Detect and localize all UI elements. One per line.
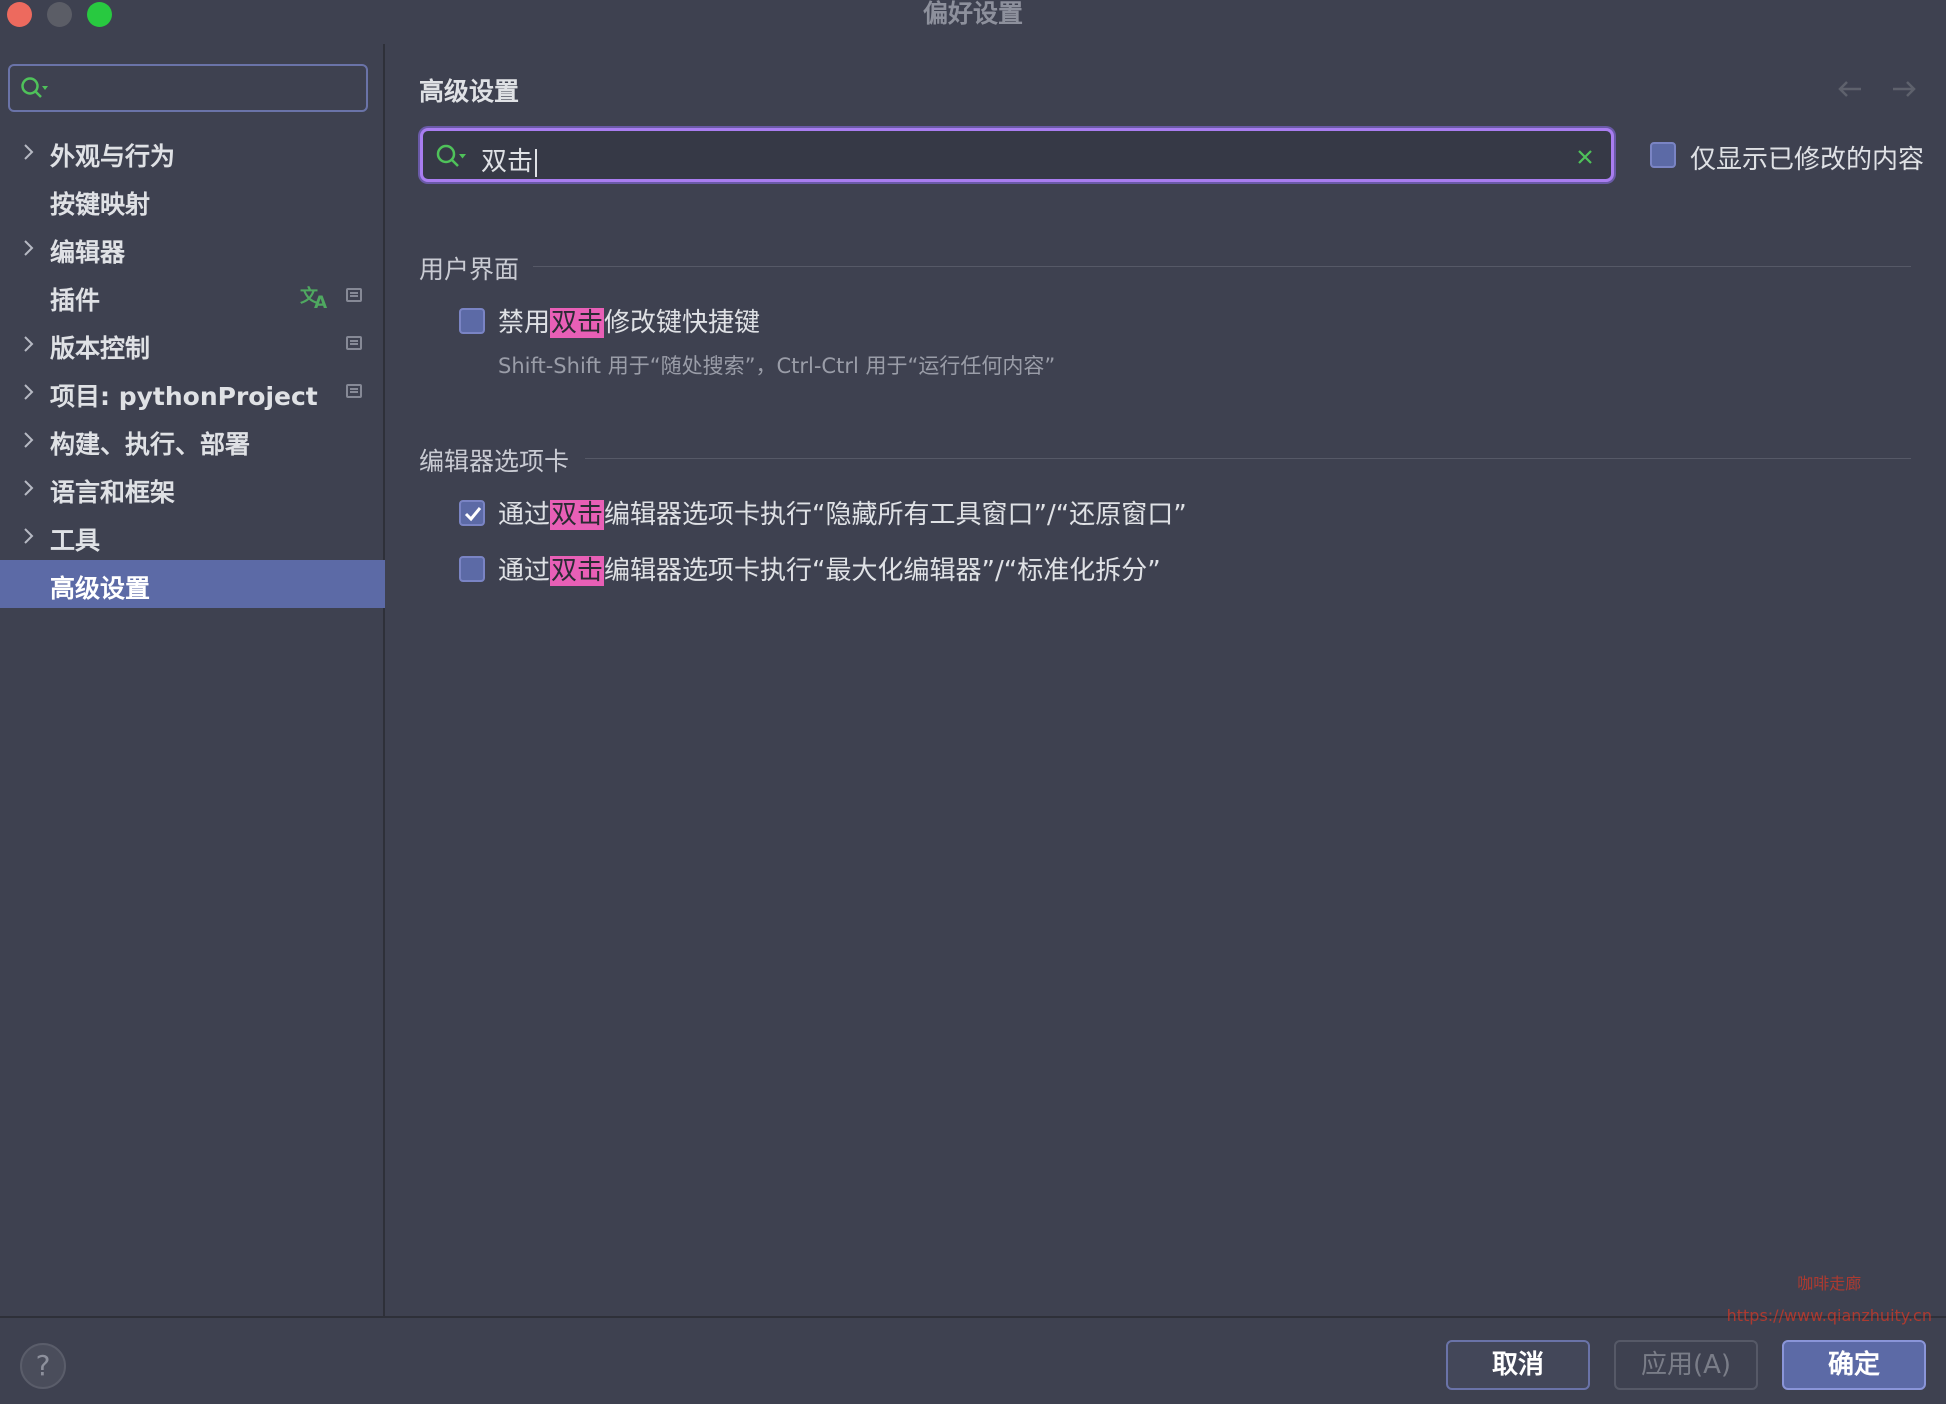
sidebar-item-label: 工具 (50, 526, 101, 555)
clear-search-icon[interactable] (1575, 147, 1595, 167)
sidebar-item-label: 插件 (50, 286, 101, 315)
search-highlight: 双击 (550, 308, 605, 338)
chevron-right-icon[interactable] (18, 478, 38, 498)
project-level-icon (346, 288, 362, 302)
chevron-right-icon[interactable] (18, 334, 38, 354)
project-level-icon (346, 336, 362, 350)
help-button[interactable]: ? (20, 1343, 66, 1389)
sidebar-search-field[interactable] (8, 64, 368, 112)
section-divider (533, 266, 1911, 267)
option-text: 编辑器选项卡执行“隐藏所有工具窗口”/“还原窗口” (604, 500, 1187, 530)
sidebar-item-label: 项目: pythonProject (50, 382, 318, 411)
page-title: 高级设置 (419, 77, 520, 106)
sidebar-item-appearance[interactable]: 外观与行为 (0, 128, 385, 176)
sidebar-item-label: 编辑器 (50, 238, 126, 267)
checkmark-icon (464, 507, 482, 522)
option-text: 通过 (498, 556, 551, 586)
modified-only-label: 仅显示已修改的内容 (1690, 145, 1925, 175)
section-header-editor-tabs: 编辑器选项卡 (419, 447, 570, 476)
ok-button[interactable]: 确定 (1782, 1340, 1926, 1390)
option-text: 修改键快捷键 (604, 308, 761, 338)
maximize-editor-label[interactable]: 通过双击编辑器选项卡执行“最大化编辑器”/“标准化拆分” (498, 550, 1161, 587)
option-text: 禁用 (498, 308, 551, 338)
sidebar-item-build[interactable]: 构建、执行、部署 (0, 416, 385, 464)
svg-text:A: A (314, 293, 328, 310)
settings-sidebar: 外观与行为 按键映射 编辑器 插件 文A 版本控制 项目: pythonProj… (0, 44, 385, 1316)
watermark-line: 咖啡走廊 (1797, 1274, 1862, 1293)
sidebar-item-vcs[interactable]: 版本控制 (0, 320, 385, 368)
search-highlight: 双击 (550, 556, 605, 586)
sidebar-item-plugins[interactable]: 插件 文A (0, 272, 385, 320)
section-divider (585, 458, 1911, 459)
footer-divider (0, 1316, 1946, 1318)
hide-tool-windows-label[interactable]: 通过双击编辑器选项卡执行“隐藏所有工具窗口”/“还原窗口” (498, 494, 1187, 531)
option-description: Shift-Shift 用于“随处搜索”，Ctrl-Ctrl 用于“运行任何内容… (498, 354, 1056, 378)
chevron-right-icon[interactable] (18, 142, 38, 162)
window-title: 偏好设置 (922, 0, 1023, 28)
sidebar-item-label: 构建、执行、部署 (50, 430, 251, 459)
disable-double-modifier-label[interactable]: 禁用双击修改键快捷键 (498, 302, 760, 339)
option-text: 通过 (498, 500, 551, 530)
sidebar-item-label: 语言和框架 (50, 478, 176, 507)
watermark: 咖啡走廊 https://www.qianzhuity.cn (1727, 1268, 1932, 1332)
sidebar-search-input[interactable] (60, 72, 360, 104)
sidebar-item-label: 外观与行为 (50, 142, 176, 171)
translate-icon: 文A (300, 285, 328, 310)
hide-tool-windows-checkbox[interactable] (459, 500, 485, 526)
settings-search-field[interactable]: 双击 (420, 128, 1614, 182)
sidebar-item-label: 版本控制 (50, 334, 151, 363)
chevron-right-icon[interactable] (18, 238, 38, 258)
disable-double-modifier-checkbox[interactable] (459, 308, 485, 334)
modified-only-checkbox[interactable] (1650, 142, 1676, 168)
search-input-value[interactable]: 双击 (481, 141, 538, 178)
sidebar-item-advanced[interactable]: 高级设置 (0, 560, 385, 608)
cancel-button[interactable]: 取消 (1446, 1340, 1590, 1390)
section-header-ui: 用户界面 (419, 255, 520, 284)
chevron-right-icon[interactable] (18, 526, 38, 546)
settings-content: 高级设置 双击 仅显示已修改的内容 用户界面 禁用双击修改键快捷键 Shift-… (387, 44, 1946, 1316)
forward-arrow-icon[interactable] (1889, 74, 1919, 104)
text-caret (535, 148, 538, 177)
option-text: 编辑器选项卡执行“最大化编辑器”/“标准化拆分” (604, 556, 1161, 586)
settings-tree: 外观与行为 按键映射 编辑器 插件 文A 版本控制 项目: pythonProj… (0, 128, 385, 608)
apply-button[interactable]: 应用(A) (1614, 1340, 1758, 1390)
chevron-right-icon[interactable] (18, 430, 38, 450)
sidebar-item-label: 按键映射 (50, 190, 151, 219)
watermark-url: https://www.qianzhuity.cn (1726, 1306, 1932, 1325)
sidebar-item-keymap[interactable]: 按键映射 (0, 176, 385, 224)
search-icon (435, 143, 467, 175)
maximize-editor-checkbox[interactable] (459, 556, 485, 582)
sidebar-item-tools[interactable]: 工具 (0, 512, 385, 560)
chevron-right-icon[interactable] (18, 382, 38, 402)
sidebar-item-languages[interactable]: 语言和框架 (0, 464, 385, 512)
back-arrow-icon[interactable] (1835, 74, 1865, 104)
sidebar-item-label: 高级设置 (50, 574, 151, 603)
search-query-text: 双击 (481, 147, 534, 177)
title-bar: 偏好设置 (0, 0, 1946, 30)
project-level-icon (346, 384, 362, 398)
search-icon (20, 76, 50, 106)
sidebar-item-project[interactable]: 项目: pythonProject (0, 368, 385, 416)
search-highlight: 双击 (550, 500, 605, 530)
sidebar-item-editor[interactable]: 编辑器 (0, 224, 385, 272)
